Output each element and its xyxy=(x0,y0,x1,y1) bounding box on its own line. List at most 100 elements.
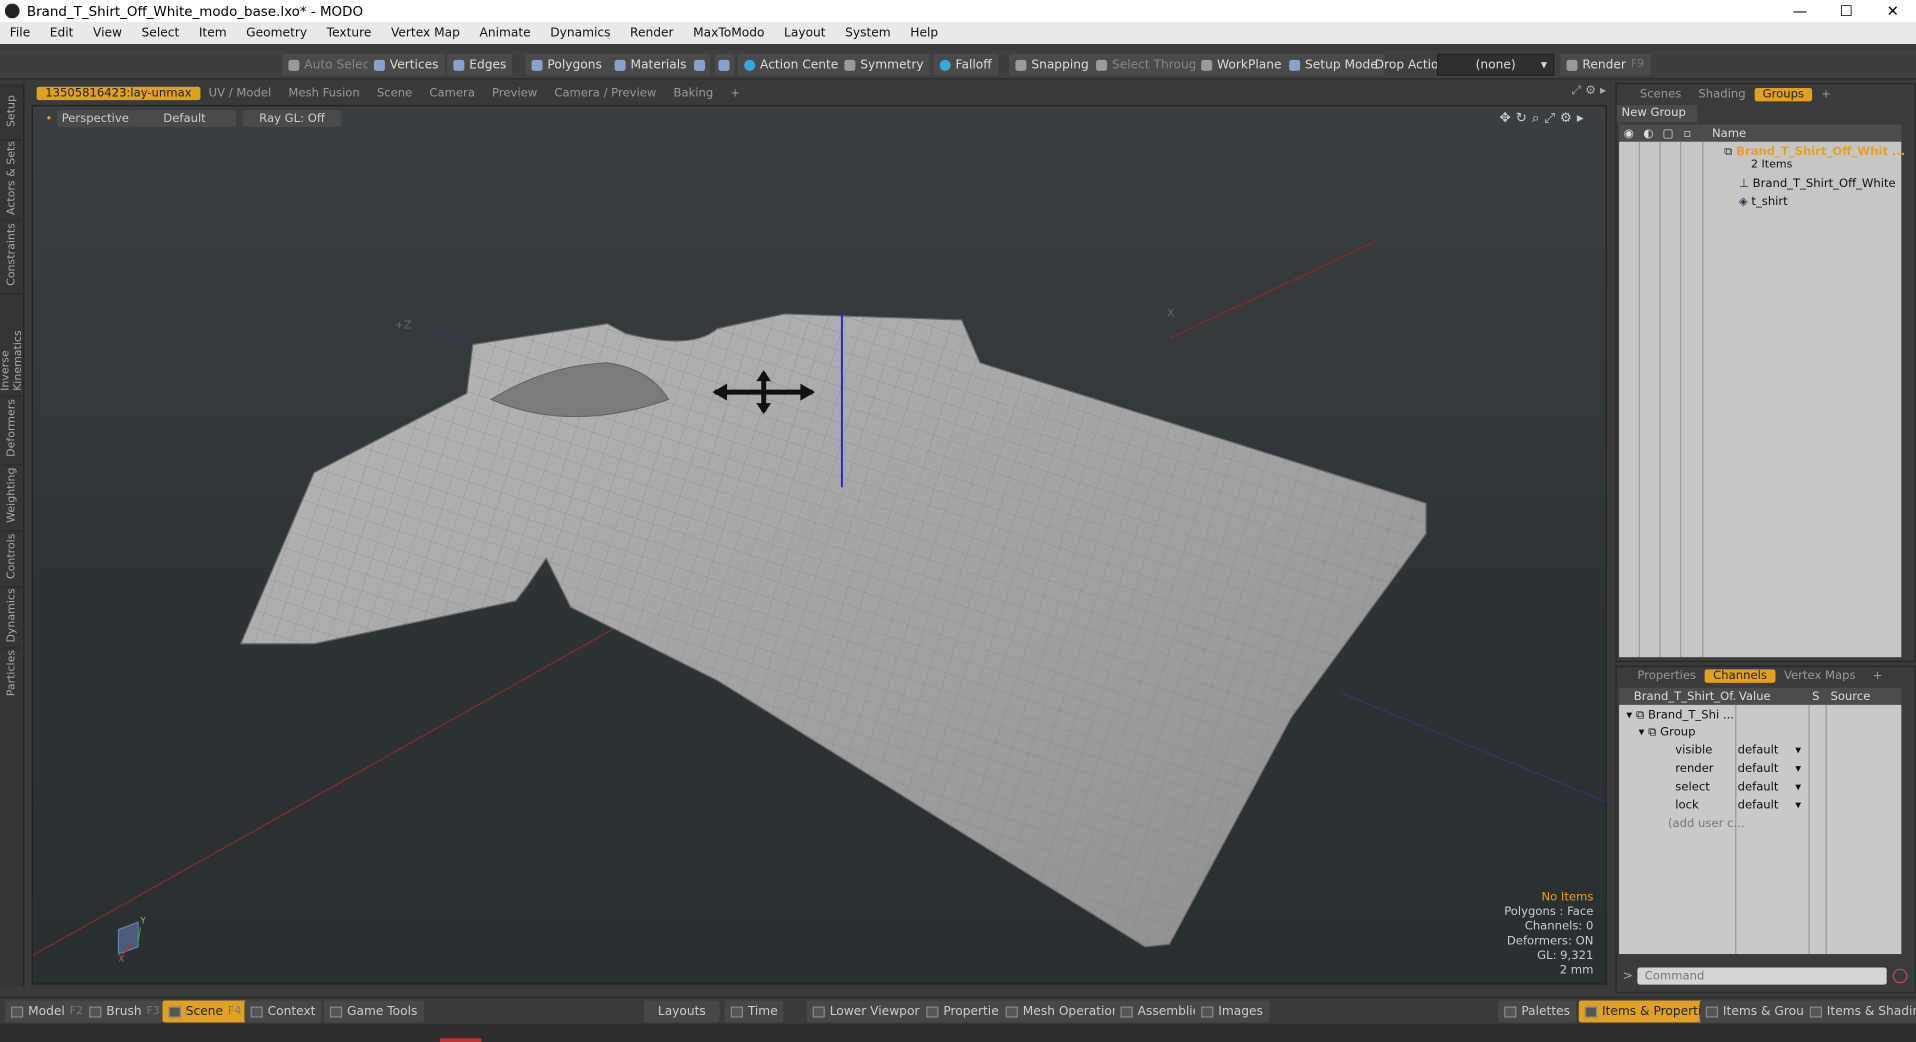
channels-col-s: S xyxy=(1812,689,1820,704)
tab-preview[interactable]: Preview xyxy=(483,86,545,99)
maximize-button[interactable]: ☐ xyxy=(1823,2,1869,19)
channel-value-render[interactable]: default ▾ xyxy=(1738,760,1802,777)
symmetry-button[interactable]: Symmetry xyxy=(838,53,930,76)
menu-texture[interactable]: Texture xyxy=(317,26,381,39)
gear-icon[interactable]: ⚙ xyxy=(1585,84,1596,97)
group-item-row[interactable]: ⊥ Brand_T_Shirt_Off_White xyxy=(1739,175,1896,192)
images-button[interactable]: Images xyxy=(1195,1000,1270,1023)
add-prop-tab-button[interactable]: + xyxy=(1864,669,1891,682)
channel-group-row[interactable]: ▾ ⧉ Group xyxy=(1639,723,1696,740)
model-button[interactable]: Model F2 xyxy=(4,1000,90,1023)
menu-system[interactable]: System xyxy=(835,26,900,39)
vtab-deformers[interactable]: Deformers xyxy=(2,395,22,460)
auto-select-button[interactable]: Auto Select xyxy=(282,53,381,76)
render-button[interactable]: Render F9 xyxy=(1560,53,1651,76)
record-icon[interactable] xyxy=(1892,968,1908,984)
menu-layout[interactable]: Layout xyxy=(774,26,835,39)
tab-mesh-fusion[interactable]: Mesh Fusion xyxy=(280,86,368,99)
locator-icon: ⊥ xyxy=(1738,176,1749,190)
edges-button[interactable]: Edges xyxy=(447,53,513,76)
vtab-constraints[interactable]: Constraints xyxy=(2,219,22,289)
collapse-icon[interactable]: ▾ xyxy=(1626,708,1632,721)
symmetry-icon xyxy=(844,59,856,71)
menu-geometry[interactable]: Geometry xyxy=(236,26,316,39)
menu-edit[interactable]: Edit xyxy=(40,26,83,39)
command-input[interactable]: Command xyxy=(1637,967,1887,985)
game-tools-button[interactable]: Game Tools xyxy=(323,1000,424,1023)
select-icon[interactable]: ▫ xyxy=(1678,126,1698,139)
properties-button[interactable]: Properties xyxy=(920,1000,1012,1023)
workplane-button[interactable]: WorkPlane xyxy=(1195,53,1288,76)
expand-icon[interactable]: ⤢ xyxy=(1571,84,1581,97)
polygons-button[interactable]: Polygons xyxy=(525,53,608,76)
close-button[interactable]: ✕ xyxy=(1870,2,1916,19)
tab-camera[interactable]: Camera xyxy=(421,86,484,99)
model-icon xyxy=(10,1005,24,1017)
add-user-channel[interactable]: (add user c... xyxy=(1668,815,1745,832)
eye-icon[interactable]: ◉ xyxy=(1619,126,1639,139)
vtab-dynamics[interactable]: Dynamics xyxy=(2,586,22,643)
scene-button[interactable]: Scene F4 xyxy=(162,1000,248,1023)
channels-col-item: Brand_T_Shirt_Of... xyxy=(1633,689,1736,704)
layouts-button[interactable]: Layouts xyxy=(643,1000,720,1023)
vtab-inverse-kinematics[interactable]: Inverse Kinematics xyxy=(0,293,24,391)
vtab-controls[interactable]: Controls xyxy=(2,530,22,582)
vertices-button[interactable]: Vertices xyxy=(367,53,445,76)
select-through-button[interactable]: Select Through xyxy=(1089,53,1211,76)
menu-view[interactable]: View xyxy=(83,26,132,39)
vtab-particles[interactable]: Particles xyxy=(2,647,22,699)
vtab-weighting[interactable]: Weighting xyxy=(2,464,22,526)
channel-item-row[interactable]: ▾ ⧉ Brand_T_Shi ... xyxy=(1626,706,1734,723)
palettes-button[interactable]: Palettes xyxy=(1498,1000,1577,1023)
menu-maxtomodo[interactable]: MaxToModo xyxy=(683,26,774,39)
shield-gear-icon xyxy=(718,59,730,71)
select-mode-a-button[interactable] xyxy=(690,53,710,76)
menu-vertex-map[interactable]: Vertex Map xyxy=(381,26,470,39)
tab-lay-unmax[interactable]: 13505816423:lay-unmax xyxy=(36,86,201,100)
mesh-operations-button[interactable]: Mesh Operations xyxy=(999,1000,1133,1023)
collapse-icon[interactable]: ▾ xyxy=(1639,725,1645,738)
channel-value-select[interactable]: default ▾ xyxy=(1738,778,1802,795)
select-mode-b-button[interactable] xyxy=(714,53,735,76)
lower-viewports-button[interactable]: Lower Viewports xyxy=(806,1000,937,1023)
tab-scene[interactable]: Scene xyxy=(368,86,421,99)
tab-properties[interactable]: Properties xyxy=(1629,669,1705,682)
tab-shading[interactable]: Shading xyxy=(1690,87,1754,100)
add-right-tab-button[interactable]: + xyxy=(1813,87,1840,100)
menu-file[interactable]: File xyxy=(0,26,40,39)
minimize-button[interactable]: — xyxy=(1777,2,1823,19)
snapping-button[interactable]: Snapping xyxy=(1009,53,1095,76)
tab-groups[interactable]: Groups xyxy=(1754,87,1813,101)
menu-dynamics[interactable]: Dynamics xyxy=(540,26,620,39)
menu-animate[interactable]: Animate xyxy=(470,26,541,39)
arrow-right-icon[interactable]: ▸ xyxy=(1600,84,1606,97)
render-toggle-icon[interactable]: ◐ xyxy=(1639,126,1659,139)
drop-action-select[interactable]: (none) ▾ xyxy=(1437,53,1555,76)
tab-uv-model[interactable]: UV / Model xyxy=(200,86,280,99)
tab-vertex-maps[interactable]: Vertex Maps xyxy=(1775,669,1864,682)
add-tab-button[interactable]: + xyxy=(722,86,749,99)
menu-select[interactable]: Select xyxy=(132,26,189,39)
menu-help[interactable]: Help xyxy=(900,26,947,39)
vtab-actors-sets[interactable]: Actors & Sets xyxy=(2,139,22,215)
tab-channels[interactable]: Channels xyxy=(1704,668,1776,683)
3d-viewport[interactable]: • Perspective Default Ray GL: Off ✥↻⌕⤢⚙▸ xyxy=(31,105,1609,985)
brush-button[interactable]: Brush F3 xyxy=(83,1000,166,1023)
falloff-button[interactable]: Falloff xyxy=(933,53,998,76)
tab-scenes[interactable]: Scenes xyxy=(1631,87,1690,100)
materials-button[interactable]: Materials xyxy=(608,53,693,76)
lock-icon[interactable]: ▢ xyxy=(1658,126,1678,139)
channel-value-visible[interactable]: default ▾ xyxy=(1738,741,1802,758)
group-item-row[interactable]: ◈ t_shirt xyxy=(1739,193,1788,210)
menu-render[interactable]: Render xyxy=(620,26,683,39)
context-button[interactable]: Context xyxy=(244,1000,322,1023)
tab-camera-preview[interactable]: Camera / Preview xyxy=(546,86,665,99)
new-group-button[interactable]: New Group xyxy=(1616,105,1698,123)
action-center-button[interactable]: Action Center xyxy=(738,53,850,76)
tab-baking[interactable]: Baking xyxy=(665,86,722,99)
items-shading-button[interactable]: Items & Shading xyxy=(1803,1000,1916,1023)
menu-item[interactable]: Item xyxy=(189,26,236,39)
channel-value-lock[interactable]: default ▾ xyxy=(1738,796,1802,813)
vtab-setup[interactable]: Setup xyxy=(2,85,22,135)
time-button[interactable]: Time xyxy=(724,1000,784,1023)
